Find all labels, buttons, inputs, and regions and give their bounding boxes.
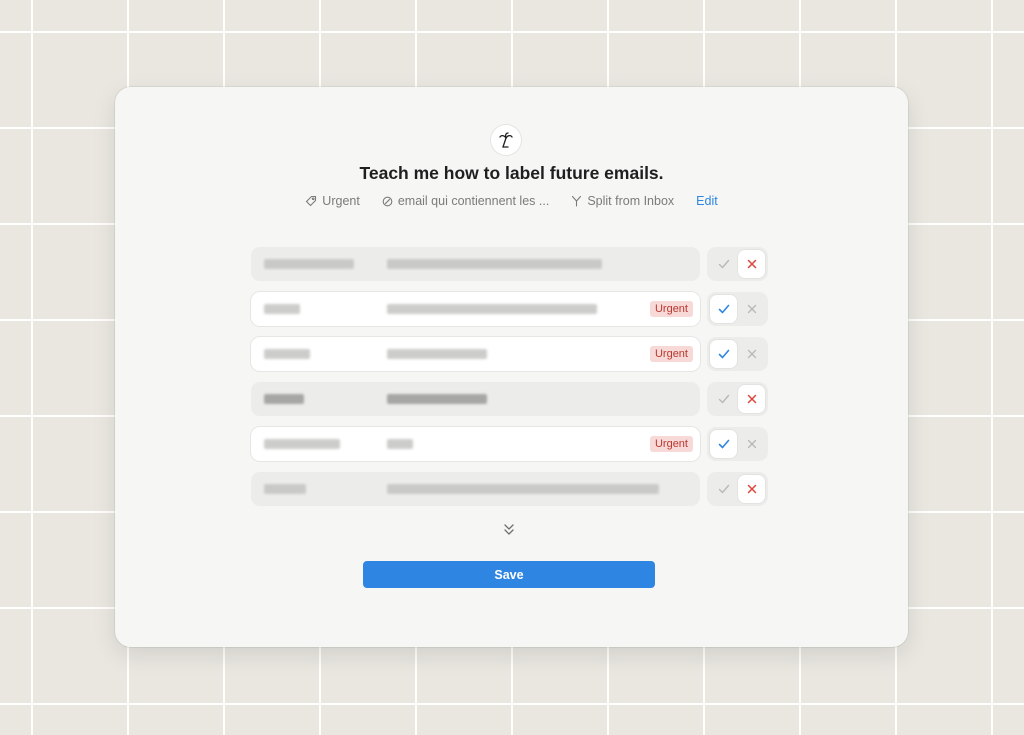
list-item xyxy=(251,247,768,281)
accept-button[interactable] xyxy=(710,430,737,458)
label-badge: Urgent xyxy=(649,301,693,317)
redacted-subject xyxy=(387,439,413,449)
email-preview xyxy=(251,472,700,506)
decision-buttons xyxy=(707,292,768,326)
edit-link[interactable]: Edit xyxy=(696,194,718,208)
save-button[interactable]: Save xyxy=(363,561,655,588)
label-chip: Urgent xyxy=(305,194,360,208)
accept-button[interactable] xyxy=(710,250,737,278)
accept-button[interactable] xyxy=(710,385,737,413)
redacted-sender xyxy=(264,304,300,314)
redacted-subject xyxy=(387,259,602,269)
condition-chip-text: email qui contiennent les ... xyxy=(397,194,550,208)
list-item: Urgent xyxy=(251,427,768,461)
reject-button[interactable] xyxy=(738,250,765,278)
redacted-subject xyxy=(387,484,659,494)
email-preview: Urgent xyxy=(251,292,700,326)
decision-buttons xyxy=(707,247,768,281)
email-preview xyxy=(251,382,700,416)
email-preview xyxy=(251,247,700,281)
reject-button[interactable] xyxy=(738,430,765,458)
redacted-sender xyxy=(264,349,310,359)
reject-button[interactable] xyxy=(738,295,765,323)
redacted-sender xyxy=(264,394,304,404)
redacted-sender xyxy=(264,439,340,449)
redacted-subject xyxy=(387,304,597,314)
chevrons-down-icon[interactable] xyxy=(501,521,517,537)
list-item: Urgent xyxy=(251,337,768,371)
split-chip-text: Split from Inbox xyxy=(587,194,675,208)
slash-circle-icon xyxy=(382,196,393,207)
redacted-sender xyxy=(264,259,354,269)
email-preview: Urgent xyxy=(251,427,700,461)
accept-button[interactable] xyxy=(710,340,737,368)
label-badge: Urgent xyxy=(649,346,693,362)
label-badge: Urgent xyxy=(649,436,693,452)
decision-buttons xyxy=(707,337,768,371)
palm-tree-icon xyxy=(491,125,521,155)
reject-button[interactable] xyxy=(738,475,765,503)
list-item xyxy=(251,472,768,506)
accept-button[interactable] xyxy=(710,475,737,503)
redacted-subject xyxy=(387,349,487,359)
tag-icon xyxy=(305,195,317,207)
redacted-subject xyxy=(387,394,487,404)
decision-buttons xyxy=(707,427,768,461)
list-item xyxy=(251,382,768,416)
reject-button[interactable] xyxy=(738,385,765,413)
list-item: Urgent xyxy=(251,292,768,326)
label-chip-text: Urgent xyxy=(322,194,360,208)
decision-buttons xyxy=(707,472,768,506)
split-chip: Split from Inbox xyxy=(571,194,674,208)
label-training-dialog: Teach me how to label future emails. Urg… xyxy=(115,87,908,647)
decision-buttons xyxy=(707,382,768,416)
redacted-sender xyxy=(264,484,306,494)
page-title: Teach me how to label future emails. xyxy=(359,163,664,183)
rule-summary: Urgent email qui contiennent les ... Spl… xyxy=(115,194,908,208)
split-icon xyxy=(571,195,582,207)
accept-button[interactable] xyxy=(710,295,737,323)
condition-chip: email qui contiennent les ... xyxy=(382,194,549,208)
email-preview: Urgent xyxy=(251,337,700,371)
reject-button[interactable] xyxy=(738,340,765,368)
